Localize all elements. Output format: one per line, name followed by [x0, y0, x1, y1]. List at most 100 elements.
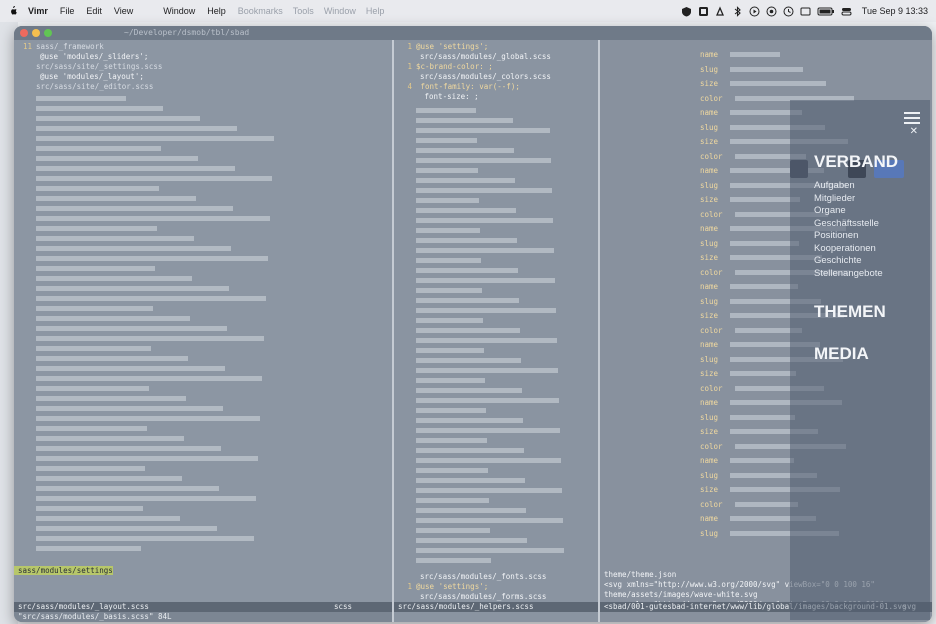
code-line-placeholder — [14, 104, 274, 114]
code-line-placeholder — [394, 556, 564, 566]
nav-link[interactable]: Mitglieder — [814, 193, 898, 206]
json-key: color — [700, 209, 723, 219]
nav-link[interactable]: Kooperationen — [814, 243, 898, 256]
blurred-code — [416, 198, 479, 203]
code-text: src/sass/modules/_fonts.scss — [420, 572, 547, 581]
nav-heading-media[interactable]: MEDIA — [814, 344, 898, 364]
keyboard-layout-icon[interactable] — [800, 6, 811, 17]
minimize-window-button[interactable] — [32, 29, 40, 37]
json-key: name — [700, 166, 719, 175]
nav-link[interactable]: Aufgaben — [814, 180, 898, 193]
code-line-placeholder — [394, 236, 564, 246]
blurred-code — [36, 246, 231, 251]
nav-link[interactable]: Geschichte — [814, 255, 898, 268]
menu-app-vimr[interactable]: Vimr — [28, 6, 48, 16]
nav-link[interactable]: Stellenangebote — [814, 268, 898, 281]
json-key: name — [700, 398, 719, 407]
nav-heading-themen[interactable]: THEMEN — [814, 302, 898, 322]
screenshot-tool-icon[interactable] — [698, 6, 709, 17]
code-line[interactable]: @use 'modules/_layout'; — [14, 72, 162, 82]
json-key: color — [700, 441, 723, 451]
code-line[interactable]: src/sass/site/_settings.scss — [14, 62, 162, 72]
blurred-code — [36, 156, 198, 161]
zoom-window-button[interactable] — [44, 29, 52, 37]
blurred-code — [36, 296, 266, 301]
line-number: 1 — [407, 582, 412, 591]
blurred-code — [416, 138, 477, 143]
close-window-button[interactable] — [20, 29, 28, 37]
script-icon[interactable] — [715, 5, 726, 17]
blurred-code — [36, 406, 223, 411]
code-line-placeholder — [14, 474, 274, 484]
code-line[interactable]: font-size: ; — [394, 92, 551, 102]
blurred-code — [416, 108, 476, 113]
code-line-placeholder — [394, 116, 564, 126]
menu-help[interactable]: Help — [207, 6, 226, 16]
code-line-placeholder — [14, 424, 274, 434]
blurred-code — [36, 146, 161, 151]
blurred-code — [416, 188, 552, 193]
blurred-value — [730, 81, 827, 86]
apple-icon[interactable] — [8, 6, 18, 16]
nav-heading-verband[interactable]: VERBAND — [814, 152, 898, 172]
command-line[interactable]: "src/sass/modules/_basis.scss" 84L — [14, 612, 392, 622]
blurred-code — [416, 528, 490, 533]
json-key: size — [700, 485, 719, 494]
close-icon[interactable]: ✕ — [910, 126, 918, 137]
code-line-placeholder — [394, 226, 564, 236]
blurred-code — [36, 206, 233, 211]
code-line-placeholder — [394, 136, 564, 146]
menu-edit[interactable]: Edit — [86, 6, 102, 16]
code-line-placeholder — [394, 396, 564, 406]
nav-link[interactable]: Organe — [814, 205, 898, 218]
code-line[interactable]: src/sass/modules/_colors.scss — [394, 72, 551, 82]
json-line[interactable]: name — [700, 50, 854, 60]
split-middle-code — [394, 106, 564, 566]
blurred-code — [416, 218, 553, 223]
blurred-code — [416, 448, 524, 453]
menu-file[interactable]: File — [60, 6, 75, 16]
blurred-code — [36, 396, 186, 401]
code-line[interactable]: 1 $c-brand-color: ; — [394, 62, 551, 72]
code-line[interactable]: 4 font-family: var(--f); — [394, 82, 551, 92]
nav-link[interactable]: Positionen — [814, 230, 898, 243]
hamburger-menu-icon[interactable] — [904, 112, 920, 127]
nav-link[interactable]: Geschäftsstelle — [814, 218, 898, 231]
code-line[interactable]: 11 sass/_framework — [14, 42, 162, 52]
menu-view[interactable]: View — [114, 6, 133, 16]
editor-split-middle[interactable]: 1 @use 'settings'; src/sass/modules/_globa… — [394, 40, 598, 622]
blurred-code — [36, 516, 180, 521]
editor-split-left[interactable]: 11 sass/_framework @use 'modules/_sliders'… — [14, 40, 392, 622]
line-number: 1 — [407, 62, 412, 71]
code-line-placeholder — [14, 484, 274, 494]
code-line-placeholder — [14, 284, 274, 294]
json-line[interactable]: size — [700, 79, 854, 89]
code-line[interactable]: src/sass/modules/_forms.scss — [394, 592, 546, 602]
json-key: slug — [700, 64, 719, 74]
code-line-placeholder — [394, 526, 564, 536]
code-line-placeholder — [394, 346, 564, 356]
play-circle-icon[interactable] — [749, 6, 760, 17]
code-line[interactable]: 1 @use 'settings'; — [394, 42, 551, 52]
code-line[interactable]: @use 'modules/_sliders'; — [14, 52, 162, 62]
blurred-code — [36, 236, 194, 241]
code-text: src/sass/modules/_colors.scss — [420, 72, 551, 81]
vpn-shield-icon[interactable] — [681, 6, 692, 17]
menu-window[interactable]: Window — [163, 6, 195, 16]
code-line[interactable]: src/sass/modules/_fonts.scss — [394, 572, 546, 582]
json-line[interactable]: slug — [700, 65, 854, 75]
split-left-code: sass/modules/settings — [14, 94, 274, 575]
code-line-placeholder — [14, 144, 274, 154]
control-center-icon[interactable] — [841, 6, 852, 17]
menu-clock[interactable]: Tue Sep 9 13:33 — [862, 6, 928, 16]
time-machine-icon[interactable] — [783, 6, 794, 17]
blurred-code — [416, 288, 482, 293]
bluetooth-icon[interactable] — [732, 5, 743, 17]
code-line[interactable]: src/sass/modules/_global.scss — [394, 52, 551, 62]
code-line[interactable]: 1 @use 'settings'; — [394, 582, 546, 592]
battery-icon[interactable] — [817, 6, 835, 17]
code-line-placeholder — [394, 336, 564, 346]
code-line[interactable]: src/sass/site/_editor.scss — [14, 82, 162, 92]
record-icon[interactable] — [766, 6, 777, 17]
blurred-code — [416, 278, 555, 283]
